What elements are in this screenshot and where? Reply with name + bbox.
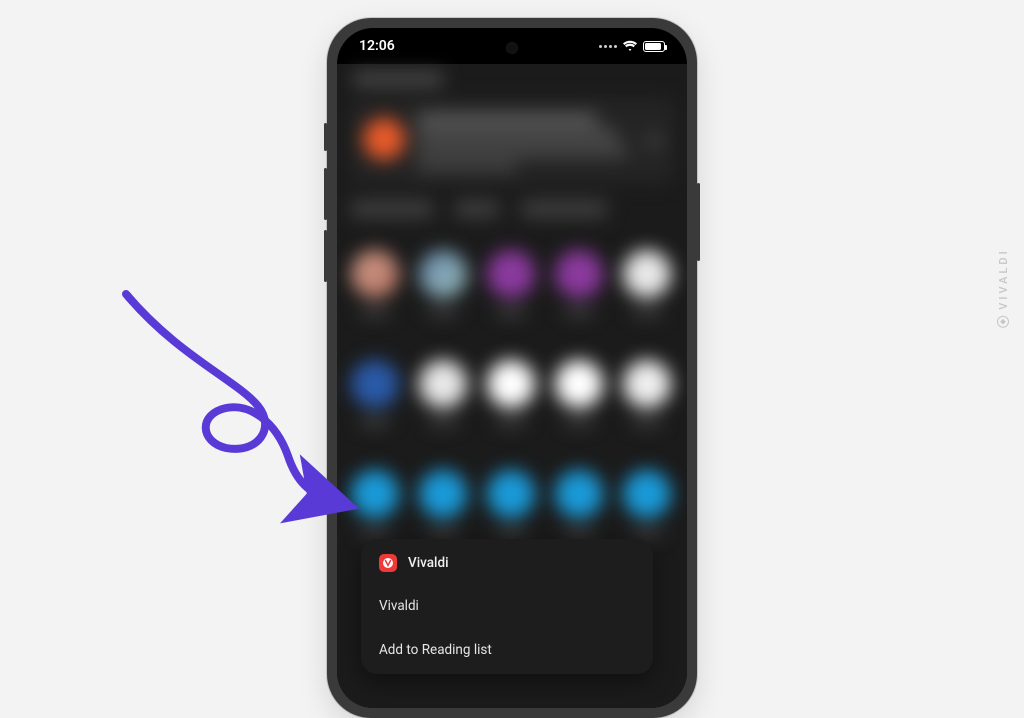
share-target-menu: Vivaldi Vivaldi Add to Reading list xyxy=(361,539,653,674)
power-button xyxy=(697,183,700,261)
wifi-icon xyxy=(622,40,638,52)
vivaldi-app-icon xyxy=(379,554,397,572)
status-right xyxy=(599,40,665,52)
battery-icon xyxy=(643,41,665,52)
status-bar: 12:06 xyxy=(337,28,687,64)
watermark: VIVALDI xyxy=(997,248,1010,327)
volume-up-button xyxy=(324,168,327,220)
volume-down-button xyxy=(324,230,327,282)
phone-screen: 12:06 xyxy=(337,28,687,708)
annotation-arrow xyxy=(108,286,388,526)
side-button xyxy=(324,123,327,151)
watermark-text: VIVALDI xyxy=(997,248,1010,309)
menu-item-add-to-reading-list[interactable]: Add to Reading list xyxy=(361,628,653,672)
menu-header-label: Vivaldi xyxy=(408,555,449,571)
clock: 12:06 xyxy=(359,38,395,54)
menu-header: Vivaldi xyxy=(361,545,653,584)
menu-item-label: Vivaldi xyxy=(379,598,419,614)
signal-dots-icon xyxy=(599,45,617,48)
menu-item-vivaldi[interactable]: Vivaldi xyxy=(361,584,653,628)
vivaldi-watermark-icon xyxy=(998,316,1010,328)
menu-item-label: Add to Reading list xyxy=(379,642,492,658)
